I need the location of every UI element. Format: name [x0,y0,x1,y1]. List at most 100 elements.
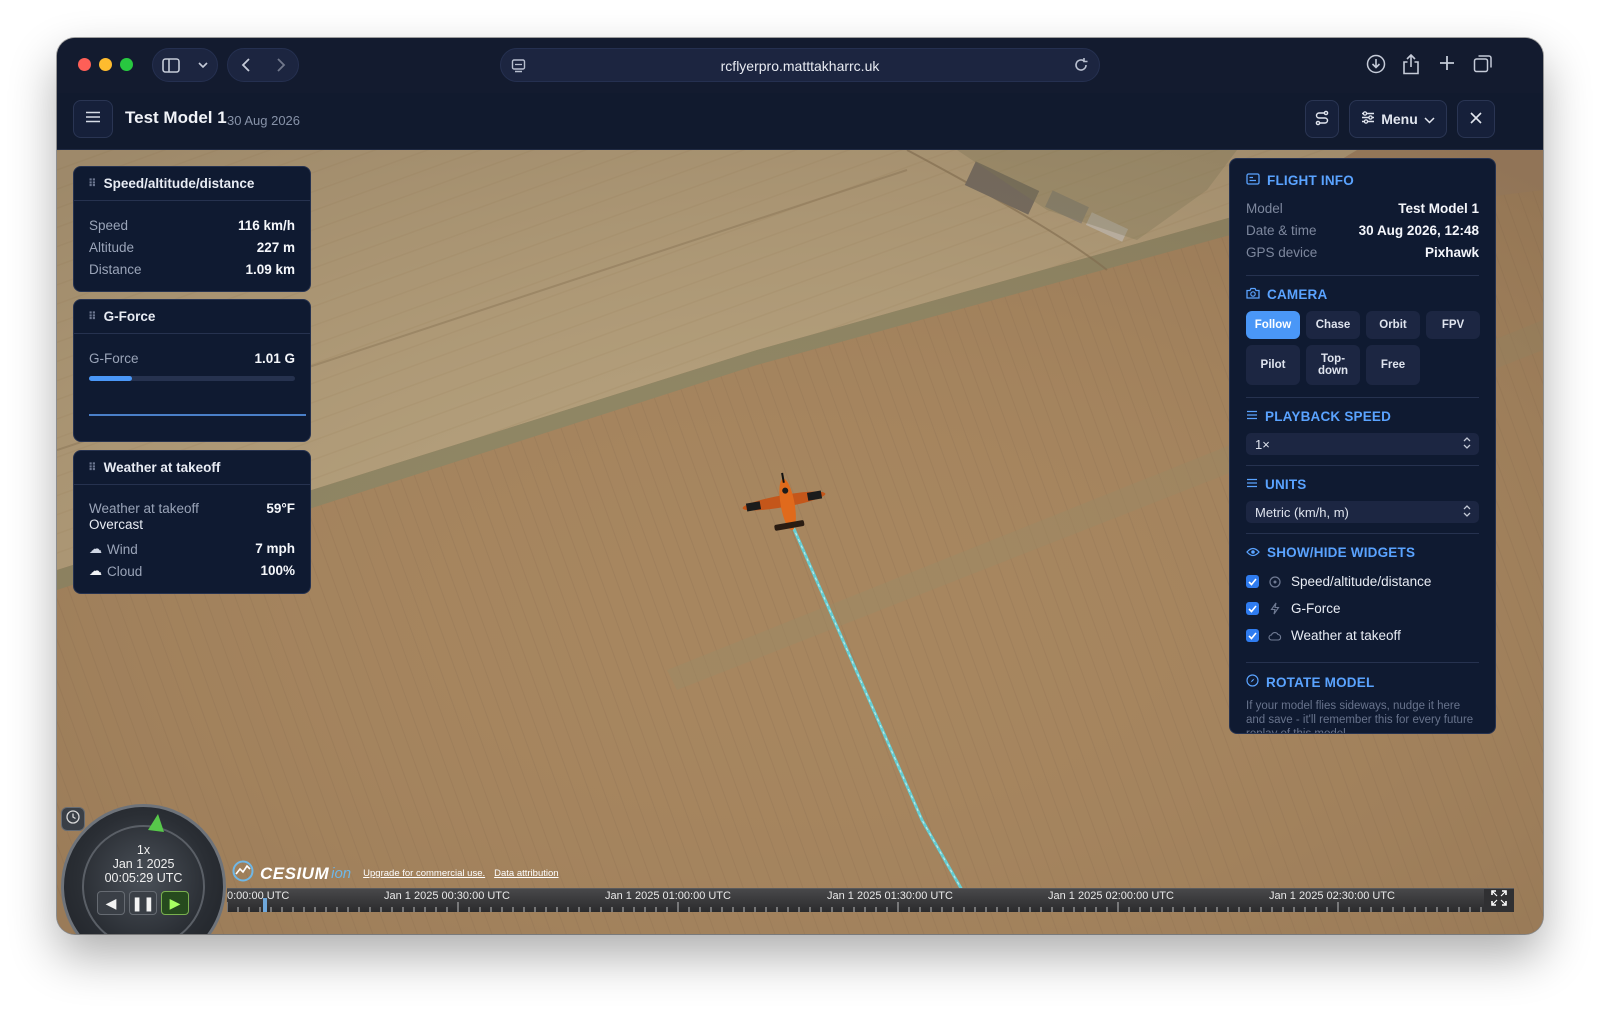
fullscreen-button[interactable] [1484,888,1514,912]
clock-shortcut-button[interactable] [61,807,85,831]
checkbox-checked[interactable] [1246,629,1259,642]
browser-window: rcflyerpro.matttakharrc.uk Test Model 1 … [57,38,1543,934]
page-title: Test Model 1 [125,108,227,127]
speed-value: 116 km/h [237,218,295,233]
camera-fpv-button[interactable]: FPV [1426,311,1480,339]
wind-row: ☁ Wind 7 mph [89,541,295,557]
camera-pilot-button[interactable]: Pilot [1246,345,1300,385]
close-window-button[interactable] [78,58,91,71]
rotate-model-heading: ROTATE MODEL [1246,674,1374,690]
data-attribution-link[interactable]: Data attribution [494,868,558,879]
timeline-needle[interactable] [263,898,267,912]
weather-widget[interactable]: ⠿ Weather at takeoff Weather at takeoff … [73,450,311,594]
play-reverse-button[interactable]: ◀ [97,891,125,915]
checkbox-checked[interactable] [1246,575,1259,588]
altitude-label: Altitude [89,240,135,255]
camera-heading: CAMERA [1246,287,1327,302]
gforce-graph-line [89,414,306,416]
menu-button[interactable]: Menu [1349,100,1447,138]
speed-knob-icon[interactable] [144,812,166,834]
back-icon[interactable] [241,58,251,72]
route-button[interactable] [1305,100,1339,138]
toggle-weather-widget[interactable]: Weather at takeoff [1246,628,1401,643]
rotate-model-description: If your model flies sideways, nudge it h… [1246,700,1474,734]
playback-speed-heading: PLAYBACK SPEED [1246,409,1391,424]
animation-time: 00:05:29 UTC [104,871,183,885]
divider [1246,275,1479,276]
address-bar[interactable]: rcflyerpro.matttakharrc.uk [500,48,1100,82]
toggle-label: Speed/altitude/distance [1291,574,1432,589]
gps-value: Pixhawk [1424,245,1479,260]
gforce-bar-fill [89,376,133,381]
timeline[interactable]: 0:00:00 UTC Jan 1 2025 00:30:00 UTC Jan … [227,888,1484,912]
drag-handle-icon[interactable]: ⠿ [88,177,97,190]
drag-handle-icon[interactable]: ⠿ [88,461,97,474]
toggle-gforce-widget[interactable]: G-Force [1246,601,1341,616]
new-tab-icon[interactable] [1438,54,1456,77]
timeline-label: Jan 1 2025 00:30:00 UTC [384,890,510,902]
widget-header: ⠿ Weather at takeoff [74,451,310,485]
menu-toggle-button[interactable] [73,100,113,138]
cesium-map-view[interactable]: ⠿ Speed/altitude/distance Speed 116 km/h… [57,150,1543,934]
units-select[interactable]: Metric (km/h, m) [1246,501,1479,523]
wind-label: Wind [107,541,138,557]
camera-follow-button[interactable]: Follow [1246,311,1300,339]
sliders-icon [1246,409,1258,424]
sidebar-toggle-button[interactable] [152,48,218,82]
reload-icon[interactable] [1073,57,1089,78]
cesium-ion-logo: ion [331,865,352,882]
distance-value: 1.09 km [245,262,295,277]
gforce-row: G-Force 1.01 G [89,351,295,366]
url-text: rcflyerpro.matttakharrc.uk [720,58,880,74]
play-button[interactable]: ▶ [161,891,189,915]
play-icon: ▶ [169,894,181,911]
pause-icon: ❚❚ [131,894,155,911]
wind-icon: ☁ [89,541,102,556]
settings-panel[interactable]: FLIGHT INFO Model Test Model 1 Date & ti… [1229,158,1496,734]
close-button[interactable] [1457,100,1495,138]
clock-icon [66,809,80,829]
camera-topdown-button[interactable]: Top-down [1306,345,1360,385]
speed-altitude-widget[interactable]: ⠿ Speed/altitude/distance Speed 116 km/h… [73,166,311,292]
eye-icon [1246,545,1260,560]
wind-value: 7 mph [255,541,295,556]
play-reverse-icon: ◀ [105,894,117,911]
minimize-window-button[interactable] [99,58,112,71]
cloud-value: 100% [260,563,295,578]
temperature-value: 59°F [266,501,295,516]
section-title: UNITS [1265,477,1307,492]
cesium-credits: CESIUM ion Upgrade for commercial use. D… [232,860,559,887]
select-chevron-icon [1463,504,1471,521]
section-title: PLAYBACK SPEED [1265,409,1392,424]
tab-overview-icon[interactable] [1473,54,1493,78]
toggle-speed-widget[interactable]: Speed/altitude/distance [1246,574,1431,589]
playback-speed-select[interactable]: 1× [1246,433,1479,455]
toggle-label: G-Force [1291,601,1341,616]
speed-label: Speed [89,218,129,233]
cloud-icon: ☁ [89,563,102,578]
gps-row: GPS device Pixhawk [1246,245,1479,260]
widget-header: ⠿ G-Force [74,300,310,334]
checkbox-checked[interactable] [1246,602,1259,615]
pause-button[interactable]: ❚❚ [129,891,157,915]
download-icon[interactable] [1366,54,1386,79]
browser-toolbar: rcflyerpro.matttakharrc.uk [57,38,1543,93]
forward-icon[interactable] [276,58,286,72]
section-title: ROTATE MODEL [1266,674,1375,690]
share-icon[interactable] [1402,53,1420,80]
drag-handle-icon[interactable]: ⠿ [88,310,97,323]
app-header: Test Model 1 30 Aug 2026 Menu [57,93,1543,150]
units-value: Metric (km/h, m) [1255,504,1349,520]
camera-orbit-button[interactable]: Orbit [1366,311,1420,339]
widget-header: ⠿ Speed/altitude/distance [74,167,310,201]
gforce-bar-track [89,376,295,381]
weather-condition: Overcast [89,517,144,532]
sliders-icon [1246,477,1258,492]
upgrade-link[interactable]: Upgrade for commercial use. [363,868,485,879]
camera-chase-button[interactable]: Chase [1306,311,1360,339]
timeline-label: Jan 1 2025 01:00:00 UTC [605,890,731,902]
camera-free-button[interactable]: Free [1366,345,1420,385]
gforce-widget[interactable]: ⠿ G-Force G-Force 1.01 G [73,299,311,442]
zoom-window-button[interactable] [120,58,133,71]
animation-date: Jan 1 2025 [112,857,175,871]
